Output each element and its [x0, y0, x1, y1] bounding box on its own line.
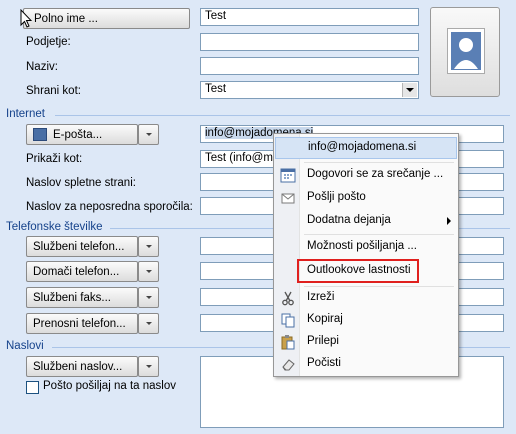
business-phone-label: Službeni telefon...: [33, 240, 125, 253]
email-button-label: E-pošta...: [53, 128, 103, 141]
menu-item-delivery-options[interactable]: Možnosti pošiljanja ...: [275, 236, 457, 258]
business-address-dropdown[interactable]: [138, 356, 159, 377]
title-label: Naziv:: [26, 61, 58, 73]
menu-cut-label: Izreži: [307, 291, 335, 303]
mailing-address-checkbox-label: Pošto pošiljaj na ta naslov: [43, 380, 176, 392]
file-as-dropdown-arrow[interactable]: [402, 83, 417, 97]
full-name-button-label: Polno ime ...: [34, 12, 98, 25]
mobile-phone-dropdown[interactable]: [138, 313, 159, 334]
home-phone-dropdown[interactable]: [138, 261, 159, 282]
department-label: Podjetje:: [26, 36, 71, 48]
business-address-button[interactable]: Službeni naslov...: [26, 356, 138, 377]
eraser-icon: [280, 356, 296, 372]
display-as-label: Prikaži kot:: [26, 153, 83, 165]
submenu-arrow-icon: [447, 217, 451, 225]
business-address-label: Službeni naslov...: [33, 360, 123, 373]
menu-item-send-mail[interactable]: Pošlji pošto: [275, 187, 457, 209]
contact-picture-button[interactable]: [430, 7, 500, 97]
home-phone-label: Domači telefon...: [33, 265, 120, 278]
business-phone-button[interactable]: Službeni telefon...: [26, 236, 138, 257]
menu-item-email-address[interactable]: info@mojadomena.si: [275, 137, 457, 159]
menu-paste-label: Prilepi: [307, 335, 339, 347]
internet-section-label: Internet: [6, 108, 45, 120]
business-phone-dropdown[interactable]: [138, 236, 159, 257]
web-address-label: Naslov spletne strani:: [26, 177, 136, 189]
paste-icon: [280, 334, 296, 350]
mailing-address-checkbox[interactable]: [26, 381, 39, 394]
contact-photo-icon: [447, 28, 485, 74]
menu-separator: [304, 234, 454, 235]
addresses-section-label: Naslovi: [6, 340, 44, 352]
menu-clear-label: Počisti: [307, 357, 341, 369]
menu-schedule-meeting-label: Dogovori se za srečanje ...: [307, 168, 444, 180]
menu-item-outlook-properties[interactable]: Outlookove lastnosti: [275, 259, 457, 283]
full-name-button[interactable]: Polno ime ...: [23, 8, 190, 29]
file-as-label: Shrani kot:: [26, 85, 81, 97]
mobile-phone-label: Prenosni telefon...: [33, 317, 126, 330]
menu-separator: [304, 162, 454, 163]
department-field[interactable]: [200, 33, 419, 51]
business-fax-dropdown[interactable]: [138, 287, 159, 308]
phones-section-label: Telefonske številke: [6, 221, 103, 233]
menu-item-cut[interactable]: Izreži: [275, 287, 457, 309]
internet-section-divider: [55, 115, 510, 116]
email-button[interactable]: E-pošta...: [26, 124, 138, 145]
mobile-phone-button[interactable]: Prenosni telefon...: [26, 313, 138, 334]
send-mail-icon: [280, 190, 296, 206]
menu-copy-label: Kopiraj: [307, 313, 343, 325]
menu-outlook-properties-label: Outlookove lastnosti: [307, 264, 411, 276]
menu-send-mail-label: Pošlji pošto: [307, 191, 366, 203]
scissors-icon: [280, 290, 296, 306]
menu-more-actions-label: Dodatna dejanja: [307, 214, 391, 226]
menu-item-paste[interactable]: Prilepi: [275, 331, 457, 353]
file-as-value: Test: [205, 83, 227, 95]
mouse-cursor-icon: [20, 8, 33, 32]
calendar-icon: [280, 167, 296, 183]
home-phone-button[interactable]: Domači telefon...: [26, 261, 138, 282]
business-fax-label: Službeni faks...: [33, 291, 111, 304]
title-field[interactable]: [200, 57, 419, 75]
business-fax-button[interactable]: Službeni faks...: [26, 287, 138, 308]
im-address-label: Naslov za neposredna sporočila:: [26, 201, 193, 213]
email-dropdown-button[interactable]: [138, 124, 159, 145]
menu-email-header: info@mojadomena.si: [308, 141, 417, 153]
file-as-select[interactable]: Test: [200, 81, 419, 99]
menu-item-schedule-meeting[interactable]: Dogovori se za srečanje ...: [275, 164, 457, 186]
email-context-menu: info@mojadomena.si Dogovori se za srečan…: [273, 133, 459, 377]
full-name-field[interactable]: Test: [200, 8, 419, 26]
address-book-icon: [33, 128, 47, 141]
menu-item-more-actions[interactable]: Dodatna dejanja: [275, 210, 457, 232]
menu-item-copy[interactable]: Kopiraj: [275, 309, 457, 331]
copy-icon: [280, 312, 296, 328]
menu-delivery-options-label: Možnosti pošiljanja ...: [307, 240, 417, 252]
menu-item-clear[interactable]: Počisti: [275, 353, 457, 375]
